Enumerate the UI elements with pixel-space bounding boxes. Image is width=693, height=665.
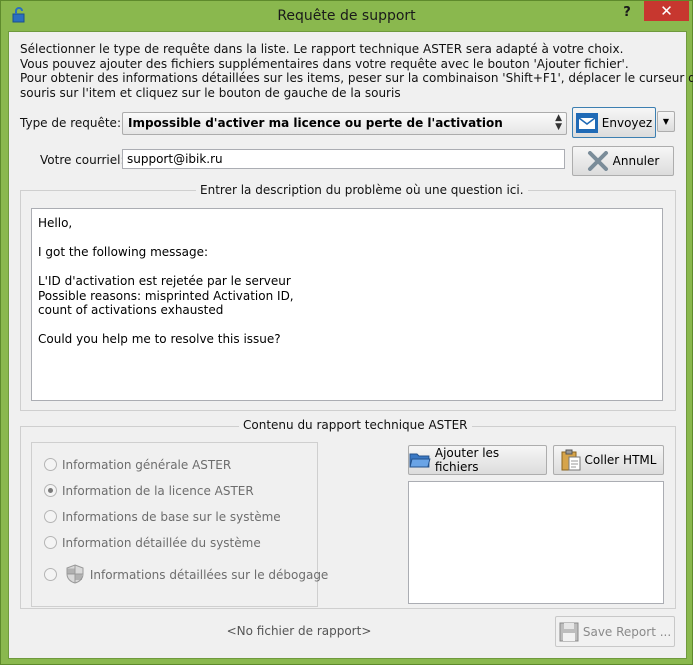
- request-type-select[interactable]: Impossible d'activer ma licence ou perte…: [122, 112, 567, 135]
- radio-button: [44, 458, 57, 471]
- email-label: Votre courriel:: [40, 153, 125, 167]
- send-dropdown-button[interactable]: ▼: [657, 111, 675, 132]
- shield-icon: [66, 564, 84, 584]
- radio-button: [44, 536, 57, 549]
- add-files-button[interactable]: Ajouter les fichiers: [408, 445, 547, 475]
- folder-icon: [409, 453, 431, 468]
- dialog-body: Sélectionner le type de requête dans la …: [8, 31, 693, 659]
- radio-basic-system[interactable]: Informations de base sur le système: [44, 510, 281, 524]
- floppy-icon: [559, 622, 579, 641]
- updown-arrows-icon: ▲ ▼: [555, 113, 562, 132]
- clipboard-icon: [561, 449, 581, 471]
- instructions: Sélectionner le type de requête dans la …: [20, 42, 693, 100]
- no-report-file-status: <No fichier de rapport>: [226, 624, 372, 638]
- report-group-title: Contenu du rapport technique ASTER: [239, 418, 472, 432]
- radio-detailed-system[interactable]: Information détaillée du système: [44, 536, 261, 550]
- cancel-label: Annuler: [612, 154, 660, 168]
- radio-license-info[interactable]: Information de la licence ASTER: [44, 484, 254, 498]
- send-label: Envoyez: [601, 115, 653, 130]
- request-type-label: Type de requête:: [20, 116, 121, 130]
- title-bar[interactable]: Requête de support ? ✕: [1, 1, 692, 31]
- radio-label: Informations détaillées sur le débogage: [89, 568, 329, 582]
- description-line: Hello,: [38, 216, 73, 230]
- paste-html-label: Coller HTML: [584, 453, 657, 467]
- radio-button: [44, 510, 57, 523]
- window-title: Requête de support: [277, 8, 416, 24]
- save-report-label: Save Report ...: [582, 624, 672, 639]
- description-group-title: Entrer la description du problème où une…: [196, 183, 528, 197]
- description-line: Could you help me to resolve this issue?: [38, 332, 281, 346]
- add-files-label: Ajouter les fichiers: [434, 446, 500, 474]
- radio-label: Informations de base sur le système: [62, 510, 281, 524]
- cancel-button[interactable]: Annuler: [572, 146, 674, 176]
- envelope-icon: [575, 112, 598, 133]
- description-line: [38, 318, 656, 333]
- instruction-line: souris sur l'item et cliquez sur le bout…: [20, 85, 401, 100]
- save-report-button[interactable]: Save Report ...: [555, 616, 675, 647]
- x-icon: [587, 151, 608, 171]
- instruction-line: Pour obtenir des informations détaillées…: [20, 71, 693, 85]
- window: Requête de support ? ✕ Sélectionner le t…: [0, 0, 693, 665]
- radio-debug-info[interactable]: Informations détaillées sur le débogage: [44, 564, 328, 584]
- request-type-value: Impossible d'activer ma licence ou perte…: [128, 116, 503, 130]
- dropdown-arrow-icon: ▼: [662, 117, 670, 126]
- radio-label: Information de la licence ASTER: [62, 484, 254, 498]
- description-line: count of activations exhausted: [38, 303, 224, 317]
- report-options: Information générale ASTER Information d…: [31, 442, 328, 607]
- instruction-line: Vous pouvez ajouter des fichiers supplém…: [20, 56, 629, 71]
- email-field[interactable]: support@ibik.ru: [122, 149, 565, 169]
- send-button[interactable]: Envoyez: [572, 107, 656, 138]
- description-line: L'ID d'activation est rejetée par le ser…: [38, 274, 291, 288]
- radio-general-info[interactable]: Information générale ASTER: [44, 458, 231, 472]
- paste-html-button[interactable]: Coller HTML: [553, 445, 664, 475]
- close-button[interactable]: ✕: [644, 1, 689, 21]
- radio-button: [44, 568, 57, 581]
- attached-files-list[interactable]: [408, 481, 664, 604]
- description-textarea[interactable]: Hello, I got the following message: L'ID…: [31, 208, 663, 401]
- radio-label: Information détaillée du système: [62, 536, 261, 550]
- radio-button: [44, 484, 57, 497]
- radio-label: Information générale ASTER: [62, 458, 232, 472]
- description-line: [38, 231, 656, 246]
- description-line: Possible reasons: misprinted Activation …: [38, 288, 294, 303]
- description-line: I got the following message:: [38, 245, 209, 259]
- instruction-line: Sélectionner le type de requête dans la …: [20, 42, 624, 56]
- help-button[interactable]: ?: [618, 5, 636, 25]
- description-line: [38, 260, 656, 275]
